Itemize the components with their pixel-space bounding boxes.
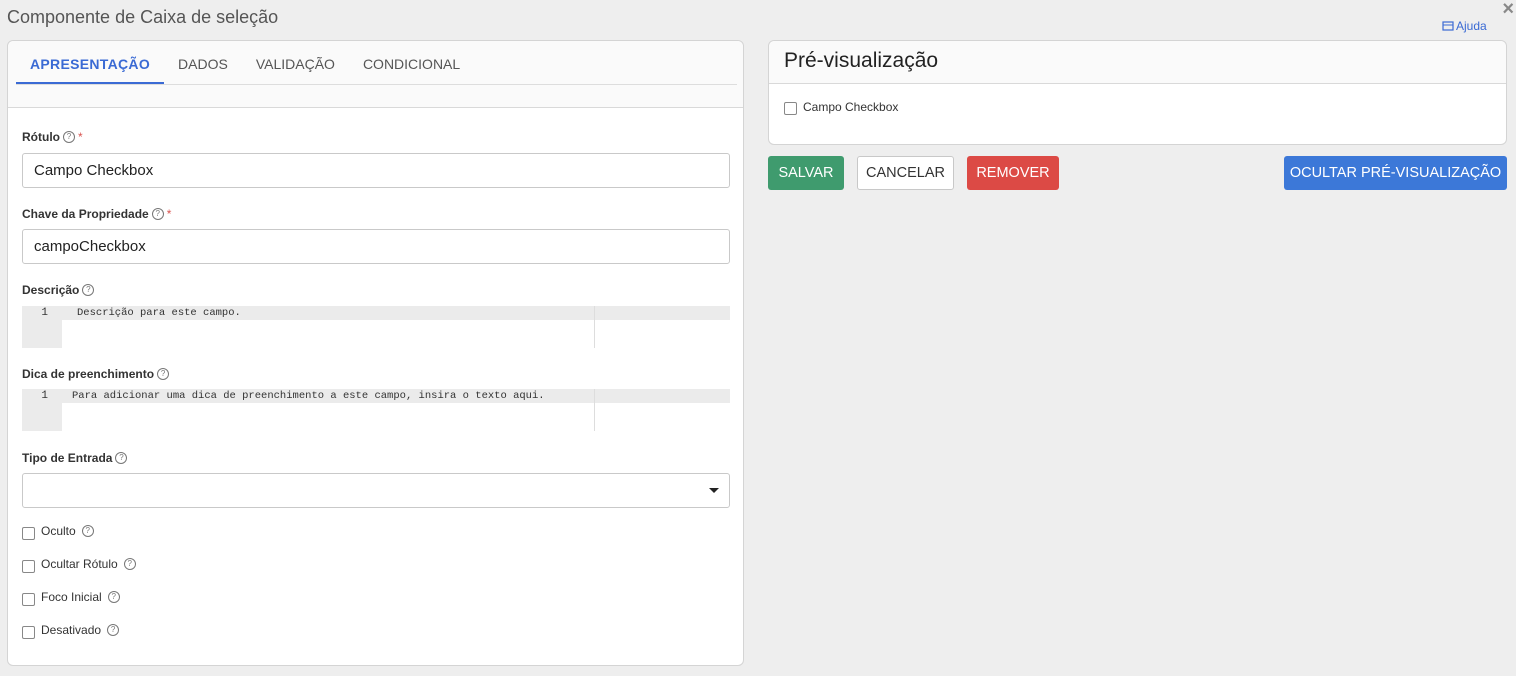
disabled-checkbox[interactable] (22, 626, 35, 639)
tab-apresentacao[interactable]: APRESENTAÇÃO (16, 41, 165, 84)
property-key-input[interactable] (22, 229, 730, 264)
input-type-select[interactable] (22, 473, 730, 508)
dialog-title: Componente de Caixa de seleção (7, 7, 279, 27)
hidden-label: Oculto (41, 523, 76, 538)
preview-panel: Pré-visualização Campo Checkbox (768, 40, 1507, 145)
question-circle-icon[interactable]: ? (157, 368, 170, 380)
tab-dados[interactable]: DADOS (164, 41, 242, 84)
help-link-label: Ajuda (1456, 19, 1487, 33)
preview-title: Pré-visualização (784, 49, 939, 72)
question-circle-icon[interactable]: ? (81, 524, 94, 537)
question-circle-icon[interactable]: ? (82, 284, 95, 296)
hidden-option: Oculto ? (22, 521, 94, 540)
tooltip-label: Dica de preenchimento ? (22, 367, 170, 381)
preview-checkbox-row: Campo Checkbox (784, 100, 899, 115)
required-mark: * (78, 130, 83, 144)
hide-label-checkbox[interactable] (22, 560, 35, 573)
line-number: 1 (41, 307, 48, 319)
print-margin (594, 306, 595, 348)
label-field-label: Rótulo ? * (22, 130, 83, 144)
cancel-button[interactable]: CANCELAR (857, 156, 954, 190)
tab-condicional[interactable]: CONDICIONAL (349, 41, 474, 84)
label-field-label-text: Rótulo (22, 130, 60, 144)
settings-panel: APRESENTAÇÃO DADOS VALIDAÇÃO CONDICIONAL… (7, 40, 744, 666)
key-field-label-text: Chave da Propriedade (22, 207, 149, 221)
input-type-label: Tipo de Entrada ? (22, 451, 128, 465)
tabs-area: APRESENTAÇÃO DADOS VALIDAÇÃO CONDICIONAL (8, 41, 743, 108)
tab-bar: APRESENTAÇÃO DADOS VALIDAÇÃO CONDICIONAL (16, 41, 737, 85)
tooltip-text: Para adicionar uma dica de preenchimento… (72, 390, 545, 402)
close-icon[interactable]: × (1502, 0, 1514, 21)
disabled-option: Desativado ? (22, 620, 120, 639)
remove-button[interactable]: REMOVER (967, 156, 1059, 190)
description-label-text: Descrição (22, 283, 80, 297)
preview-checkbox[interactable] (784, 102, 797, 115)
preview-checkbox-label: Campo Checkbox (803, 100, 899, 114)
label-input[interactable] (22, 153, 730, 188)
hidden-checkbox[interactable] (22, 527, 35, 540)
description-editor[interactable]: 1 Descrição para este campo. (22, 306, 730, 348)
question-circle-icon[interactable]: ? (63, 131, 75, 143)
question-circle-icon[interactable]: ? (123, 557, 136, 570)
save-button[interactable]: SALVAR (768, 156, 844, 190)
description-text: Descrição para este campo. (77, 307, 241, 319)
hide-preview-button[interactable]: OCULTAR PRÉ-VISUALIZAÇÃO (1284, 156, 1507, 190)
caret-down-icon (709, 488, 719, 493)
tooltip-editor[interactable]: 1 Para adicionar uma dica de preenchimen… (22, 389, 730, 431)
tooltip-label-text: Dica de preenchimento (22, 367, 155, 381)
help-link[interactable]: Ajuda (1442, 19, 1487, 33)
required-mark: * (166, 207, 172, 221)
question-circle-icon[interactable]: ? (151, 208, 164, 220)
hide-label-label: Ocultar Rótulo (41, 556, 118, 571)
question-circle-icon[interactable]: ? (107, 623, 120, 636)
question-circle-icon[interactable]: ? (107, 590, 120, 603)
help-book-icon (1442, 21, 1454, 31)
key-field-label: Chave da Propriedade ? * (22, 207, 171, 221)
print-margin (594, 389, 595, 431)
line-number: 1 (41, 390, 48, 402)
disabled-label: Desativado (41, 622, 102, 637)
input-type-label-text: Tipo de Entrada (22, 451, 113, 465)
hide-label-option: Ocultar Rótulo ? (22, 554, 136, 573)
description-label: Descrição ? (22, 283, 95, 297)
initial-focus-label: Foco Inicial (41, 589, 102, 604)
tab-validacao[interactable]: VALIDAÇÃO (242, 41, 349, 84)
question-circle-icon[interactable]: ? (115, 452, 128, 464)
initial-focus-option: Foco Inicial ? (22, 587, 120, 606)
initial-focus-checkbox[interactable] (22, 593, 35, 606)
